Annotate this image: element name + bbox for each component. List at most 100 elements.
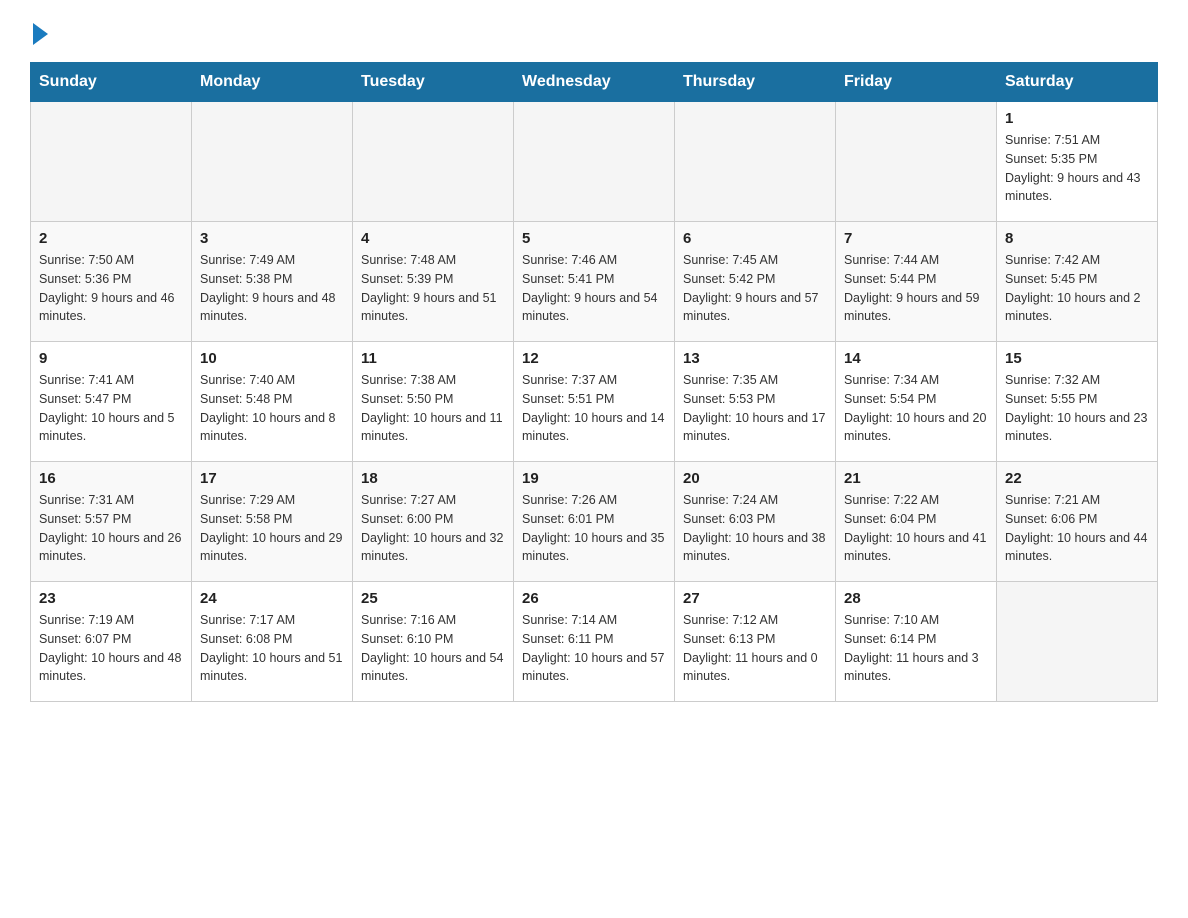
calendar-cell: 11 Sunrise: 7:38 AM Sunset: 5:50 PM Dayli… [353, 342, 514, 462]
day-info: Sunrise: 7:41 AM Sunset: 5:47 PM Dayligh… [39, 371, 183, 446]
day-number: 11 [361, 350, 505, 367]
day-info: Sunrise: 7:32 AM Sunset: 5:55 PM Dayligh… [1005, 371, 1149, 446]
column-header-tuesday: Tuesday [353, 63, 514, 102]
calendar-cell [31, 102, 192, 222]
day-number: 22 [1005, 470, 1149, 487]
day-info: Sunrise: 7:29 AM Sunset: 5:58 PM Dayligh… [200, 491, 344, 566]
calendar-cell [192, 102, 353, 222]
day-info: Sunrise: 7:49 AM Sunset: 5:38 PM Dayligh… [200, 251, 344, 326]
day-info: Sunrise: 7:44 AM Sunset: 5:44 PM Dayligh… [844, 251, 988, 326]
calendar-cell: 23 Sunrise: 7:19 AM Sunset: 6:07 PM Dayli… [31, 582, 192, 702]
day-info: Sunrise: 7:16 AM Sunset: 6:10 PM Dayligh… [361, 611, 505, 686]
calendar-cell: 14 Sunrise: 7:34 AM Sunset: 5:54 PM Dayli… [836, 342, 997, 462]
calendar-week-5: 23 Sunrise: 7:19 AM Sunset: 6:07 PM Dayli… [31, 582, 1158, 702]
page-header [30, 20, 1158, 42]
day-number: 24 [200, 590, 344, 607]
day-number: 7 [844, 230, 988, 247]
calendar-cell: 3 Sunrise: 7:49 AM Sunset: 5:38 PM Daylig… [192, 222, 353, 342]
column-header-saturday: Saturday [997, 63, 1158, 102]
day-info: Sunrise: 7:38 AM Sunset: 5:50 PM Dayligh… [361, 371, 505, 446]
calendar-cell: 26 Sunrise: 7:14 AM Sunset: 6:11 PM Dayli… [514, 582, 675, 702]
calendar-cell: 27Sunrise: 7:12 AM Sunset: 6:13 PM Dayli… [675, 582, 836, 702]
calendar-week-3: 9 Sunrise: 7:41 AM Sunset: 5:47 PM Daylig… [31, 342, 1158, 462]
calendar-cell: 13 Sunrise: 7:35 AM Sunset: 5:53 PM Dayli… [675, 342, 836, 462]
day-info: Sunrise: 7:12 AM Sunset: 6:13 PM Dayligh… [683, 611, 827, 686]
calendar-cell [514, 102, 675, 222]
day-number: 15 [1005, 350, 1149, 367]
day-info: Sunrise: 7:50 AM Sunset: 5:36 PM Dayligh… [39, 251, 183, 326]
day-info: Sunrise: 7:45 AM Sunset: 5:42 PM Dayligh… [683, 251, 827, 326]
calendar-cell: 24 Sunrise: 7:17 AM Sunset: 6:08 PM Dayli… [192, 582, 353, 702]
calendar-cell: 9 Sunrise: 7:41 AM Sunset: 5:47 PM Daylig… [31, 342, 192, 462]
day-info: Sunrise: 7:26 AM Sunset: 6:01 PM Dayligh… [522, 491, 666, 566]
day-number: 9 [39, 350, 183, 367]
day-number: 20 [683, 470, 827, 487]
calendar-header: SundayMondayTuesdayWednesdayThursdayFrid… [31, 63, 1158, 102]
day-number: 2 [39, 230, 183, 247]
column-header-monday: Monday [192, 63, 353, 102]
day-info: Sunrise: 7:22 AM Sunset: 6:04 PM Dayligh… [844, 491, 988, 566]
day-info: Sunrise: 7:42 AM Sunset: 5:45 PM Dayligh… [1005, 251, 1149, 326]
day-number: 16 [39, 470, 183, 487]
calendar-week-4: 16Sunrise: 7:31 AM Sunset: 5:57 PM Dayli… [31, 462, 1158, 582]
day-info: Sunrise: 7:10 AM Sunset: 6:14 PM Dayligh… [844, 611, 988, 686]
calendar-cell: 2 Sunrise: 7:50 AM Sunset: 5:36 PM Daylig… [31, 222, 192, 342]
day-info: Sunrise: 7:37 AM Sunset: 5:51 PM Dayligh… [522, 371, 666, 446]
calendar-cell: 12 Sunrise: 7:37 AM Sunset: 5:51 PM Dayli… [514, 342, 675, 462]
calendar-cell: 20 Sunrise: 7:24 AM Sunset: 6:03 PM Dayli… [675, 462, 836, 582]
day-info: Sunrise: 7:35 AM Sunset: 5:53 PM Dayligh… [683, 371, 827, 446]
day-info: Sunrise: 7:21 AM Sunset: 6:06 PM Dayligh… [1005, 491, 1149, 566]
logo [30, 20, 48, 42]
day-info: Sunrise: 7:24 AM Sunset: 6:03 PM Dayligh… [683, 491, 827, 566]
column-header-sunday: Sunday [31, 63, 192, 102]
day-number: 23 [39, 590, 183, 607]
calendar-cell: 21 Sunrise: 7:22 AM Sunset: 6:04 PM Dayli… [836, 462, 997, 582]
calendar-cell [836, 102, 997, 222]
calendar-cell [675, 102, 836, 222]
day-info: Sunrise: 7:34 AM Sunset: 5:54 PM Dayligh… [844, 371, 988, 446]
day-info: Sunrise: 7:48 AM Sunset: 5:39 PM Dayligh… [361, 251, 505, 326]
day-number: 8 [1005, 230, 1149, 247]
calendar-cell: 22 Sunrise: 7:21 AM Sunset: 6:06 PM Dayli… [997, 462, 1158, 582]
calendar-cell: 7 Sunrise: 7:44 AM Sunset: 5:44 PM Daylig… [836, 222, 997, 342]
day-number: 10 [200, 350, 344, 367]
calendar-week-1: 1Sunrise: 7:51 AM Sunset: 5:35 PM Daylig… [31, 102, 1158, 222]
calendar-cell: 19 Sunrise: 7:26 AM Sunset: 6:01 PM Dayli… [514, 462, 675, 582]
calendar-cell: 6 Sunrise: 7:45 AM Sunset: 5:42 PM Daylig… [675, 222, 836, 342]
column-header-friday: Friday [836, 63, 997, 102]
logo-triangle-icon [33, 23, 48, 45]
day-info: Sunrise: 7:46 AM Sunset: 5:41 PM Dayligh… [522, 251, 666, 326]
calendar-cell: 15 Sunrise: 7:32 AM Sunset: 5:55 PM Dayli… [997, 342, 1158, 462]
calendar-cell: 4 Sunrise: 7:48 AM Sunset: 5:39 PM Daylig… [353, 222, 514, 342]
column-header-thursday: Thursday [675, 63, 836, 102]
day-number: 21 [844, 470, 988, 487]
calendar-cell: 16Sunrise: 7:31 AM Sunset: 5:57 PM Dayli… [31, 462, 192, 582]
day-info: Sunrise: 7:40 AM Sunset: 5:48 PM Dayligh… [200, 371, 344, 446]
day-info: Sunrise: 7:14 AM Sunset: 6:11 PM Dayligh… [522, 611, 666, 686]
day-number: 3 [200, 230, 344, 247]
day-number: 18 [361, 470, 505, 487]
calendar-cell: 18 Sunrise: 7:27 AM Sunset: 6:00 PM Dayli… [353, 462, 514, 582]
calendar-cell: 28 Sunrise: 7:10 AM Sunset: 6:14 PM Dayli… [836, 582, 997, 702]
day-number: 14 [844, 350, 988, 367]
day-number: 25 [361, 590, 505, 607]
day-info: Sunrise: 7:19 AM Sunset: 6:07 PM Dayligh… [39, 611, 183, 686]
calendar-cell [353, 102, 514, 222]
day-number: 28 [844, 590, 988, 607]
day-number: 13 [683, 350, 827, 367]
calendar-week-2: 2 Sunrise: 7:50 AM Sunset: 5:36 PM Daylig… [31, 222, 1158, 342]
day-number: 1 [1005, 110, 1149, 127]
day-number: 12 [522, 350, 666, 367]
calendar-cell: 25 Sunrise: 7:16 AM Sunset: 6:10 PM Dayli… [353, 582, 514, 702]
day-number: 19 [522, 470, 666, 487]
calendar-cell: 17Sunrise: 7:29 AM Sunset: 5:58 PM Dayli… [192, 462, 353, 582]
day-info: Sunrise: 7:27 AM Sunset: 6:00 PM Dayligh… [361, 491, 505, 566]
day-number: 6 [683, 230, 827, 247]
calendar-cell: 8 Sunrise: 7:42 AM Sunset: 5:45 PM Daylig… [997, 222, 1158, 342]
day-info: Sunrise: 7:17 AM Sunset: 6:08 PM Dayligh… [200, 611, 344, 686]
day-number: 5 [522, 230, 666, 247]
calendar-cell: 10 Sunrise: 7:40 AM Sunset: 5:48 PM Dayli… [192, 342, 353, 462]
calendar-cell: 1Sunrise: 7:51 AM Sunset: 5:35 PM Daylig… [997, 102, 1158, 222]
day-number: 4 [361, 230, 505, 247]
day-number: 26 [522, 590, 666, 607]
